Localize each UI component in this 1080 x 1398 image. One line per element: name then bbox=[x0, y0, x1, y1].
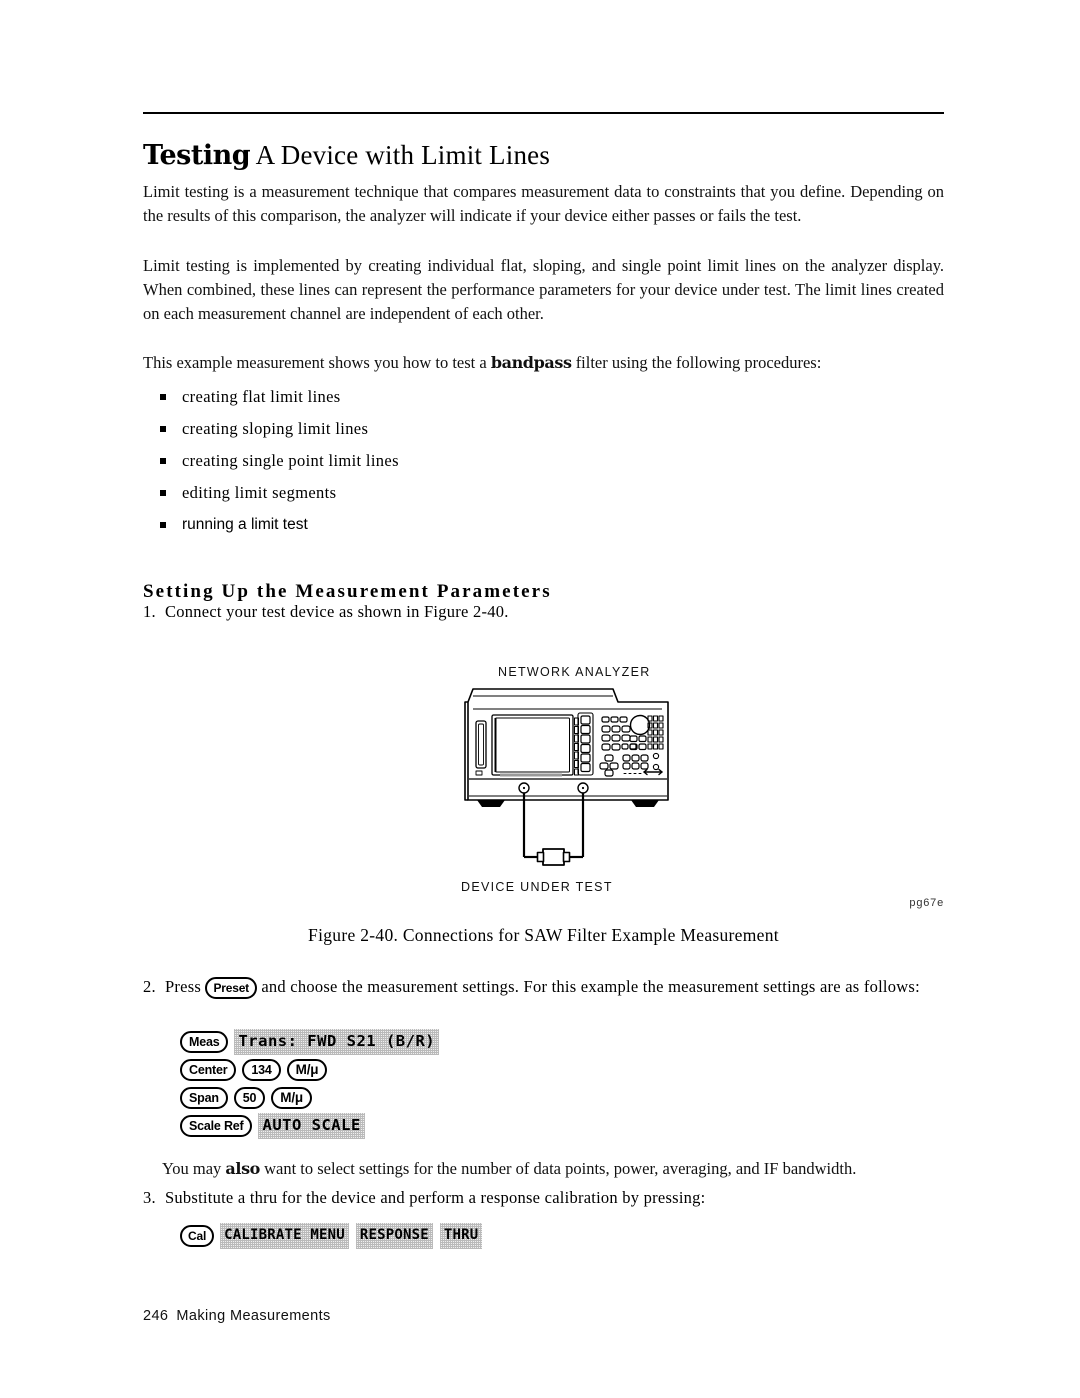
span-key[interactable]: Span bbox=[180, 1086, 228, 1109]
list-item-label: creating single point limit lines bbox=[182, 451, 399, 470]
note-paragraph: You may also want to select settings for… bbox=[162, 1157, 947, 1181]
step-1: 1. Connect your test device as shown in … bbox=[143, 600, 743, 625]
square-bullet-icon bbox=[160, 490, 166, 496]
key-row: Center 134 M/μ bbox=[180, 1056, 446, 1083]
meas-key[interactable]: Meas bbox=[180, 1030, 229, 1053]
step-2-after: and choose the measurement settings. For… bbox=[256, 977, 920, 996]
softkey-response[interactable]: RESPONSE bbox=[356, 1223, 433, 1249]
mega-micro-unit-key[interactable]: M/μ bbox=[271, 1086, 312, 1109]
step-3-text: Substitute a thru for the device and per… bbox=[165, 1188, 706, 1207]
note-emphasis: also bbox=[225, 1158, 260, 1178]
numeric-entry-50[interactable]: 50 bbox=[233, 1086, 266, 1109]
list-item: creating flat limit lines bbox=[160, 385, 660, 417]
key-row: Span 50 M/μ bbox=[180, 1084, 446, 1111]
key-row: Cal CALIBRATE MENU RESPONSE THRU bbox=[180, 1222, 489, 1249]
step-3-number: 3. bbox=[143, 1188, 156, 1207]
list-item-label: editing limit segments bbox=[182, 483, 337, 502]
header-rule bbox=[143, 112, 944, 114]
paragraph-3-before: This example measurement shows you how t… bbox=[143, 352, 491, 372]
softkey-auto-scale[interactable]: AUTO SCALE bbox=[258, 1113, 364, 1139]
step-3: 3. Substitute a thru for the device and … bbox=[143, 1186, 953, 1211]
key-row: Meas Trans: FWD S21 (B/R) bbox=[180, 1028, 446, 1055]
intro-paragraph-1: Limit testing is a measurement technique… bbox=[143, 181, 944, 225]
paragraph-3-emphasis: bandpass bbox=[490, 352, 572, 372]
center-key[interactable]: Center bbox=[180, 1058, 237, 1081]
measurement-key-sequence: Meas Trans: FWD S21 (B/R) Center 134 M/μ… bbox=[180, 1028, 446, 1140]
paragraph-3-after: filter using the following procedures: bbox=[571, 352, 822, 372]
list-item-label: creating flat limit lines bbox=[182, 387, 341, 406]
list-item: creating single point limit lines bbox=[160, 449, 660, 481]
page-title-bold: Testing bbox=[143, 140, 251, 172]
note-after: want to select settings for the number o… bbox=[259, 1158, 857, 1178]
mega-micro-unit-key[interactable]: M/μ bbox=[286, 1058, 328, 1081]
step-1-number: 1. bbox=[143, 602, 156, 621]
figure-caption: Figure 2-40. Connections for SAW Filter … bbox=[308, 925, 779, 945]
preset-key[interactable]: Preset bbox=[205, 977, 257, 1000]
list-item: creating sloping limit lines bbox=[160, 417, 660, 449]
page-title-rest: A Device with Limit Lines bbox=[250, 140, 551, 171]
step-2-before: Press bbox=[165, 977, 206, 996]
footer-section-title: Making Measurements bbox=[176, 1308, 331, 1324]
cal-key[interactable]: Cal bbox=[180, 1224, 215, 1247]
step-1-text: Connect your test device as shown in Fig… bbox=[165, 602, 509, 621]
footer-page-number: 246 bbox=[143, 1308, 169, 1324]
key-row: Scale Ref AUTO SCALE bbox=[180, 1112, 446, 1139]
softkey-calibrate-menu[interactable]: CALIBRATE MENU bbox=[220, 1223, 349, 1249]
calibration-key-sequence: Cal CALIBRATE MENU RESPONSE THRU bbox=[180, 1222, 489, 1250]
softkey-thru[interactable]: THRU bbox=[440, 1223, 483, 1249]
list-item: running a limit test bbox=[160, 513, 660, 545]
square-bullet-icon bbox=[160, 394, 166, 400]
page-title: Testing A Device with Limit Lines bbox=[143, 138, 953, 173]
page-footer: 246 Making Measurements bbox=[143, 1308, 331, 1324]
note-before: You may bbox=[162, 1158, 226, 1178]
list-item-label: running a limit test bbox=[182, 516, 308, 533]
document-page: Testing A Device with Limit Lines Limit … bbox=[0, 0, 1080, 1398]
numeric-entry-134[interactable]: 134 bbox=[242, 1058, 281, 1081]
procedures-list: creating flat limit lines creating slopi… bbox=[160, 385, 660, 545]
softkey-trans-fwd-s21[interactable]: Trans: FWD S21 (B/R) bbox=[234, 1029, 439, 1055]
square-bullet-icon bbox=[160, 458, 166, 464]
step-2-text: Press Preset and choose the measurement … bbox=[143, 975, 953, 1000]
list-item: editing limit segments bbox=[160, 481, 660, 513]
list-item-label: creating sloping limit lines bbox=[182, 419, 369, 438]
step-2: 2. Press Preset and choose the measureme… bbox=[143, 975, 953, 1000]
network-analyzer-illustration bbox=[464, 688, 669, 866]
square-bullet-icon bbox=[160, 426, 166, 432]
intro-paragraph-2: Limit testing is implemented by creating… bbox=[143, 255, 944, 324]
square-bullet-icon bbox=[160, 522, 166, 528]
figure-2-40: NETWORK ANALYZER DEVICE UNDER TEST pg67e bbox=[143, 655, 944, 935]
intro-paragraph-3: This example measurement shows you how t… bbox=[143, 351, 903, 375]
scale-ref-key[interactable]: Scale Ref bbox=[180, 1114, 253, 1137]
step-2-number: 2. bbox=[143, 977, 156, 996]
